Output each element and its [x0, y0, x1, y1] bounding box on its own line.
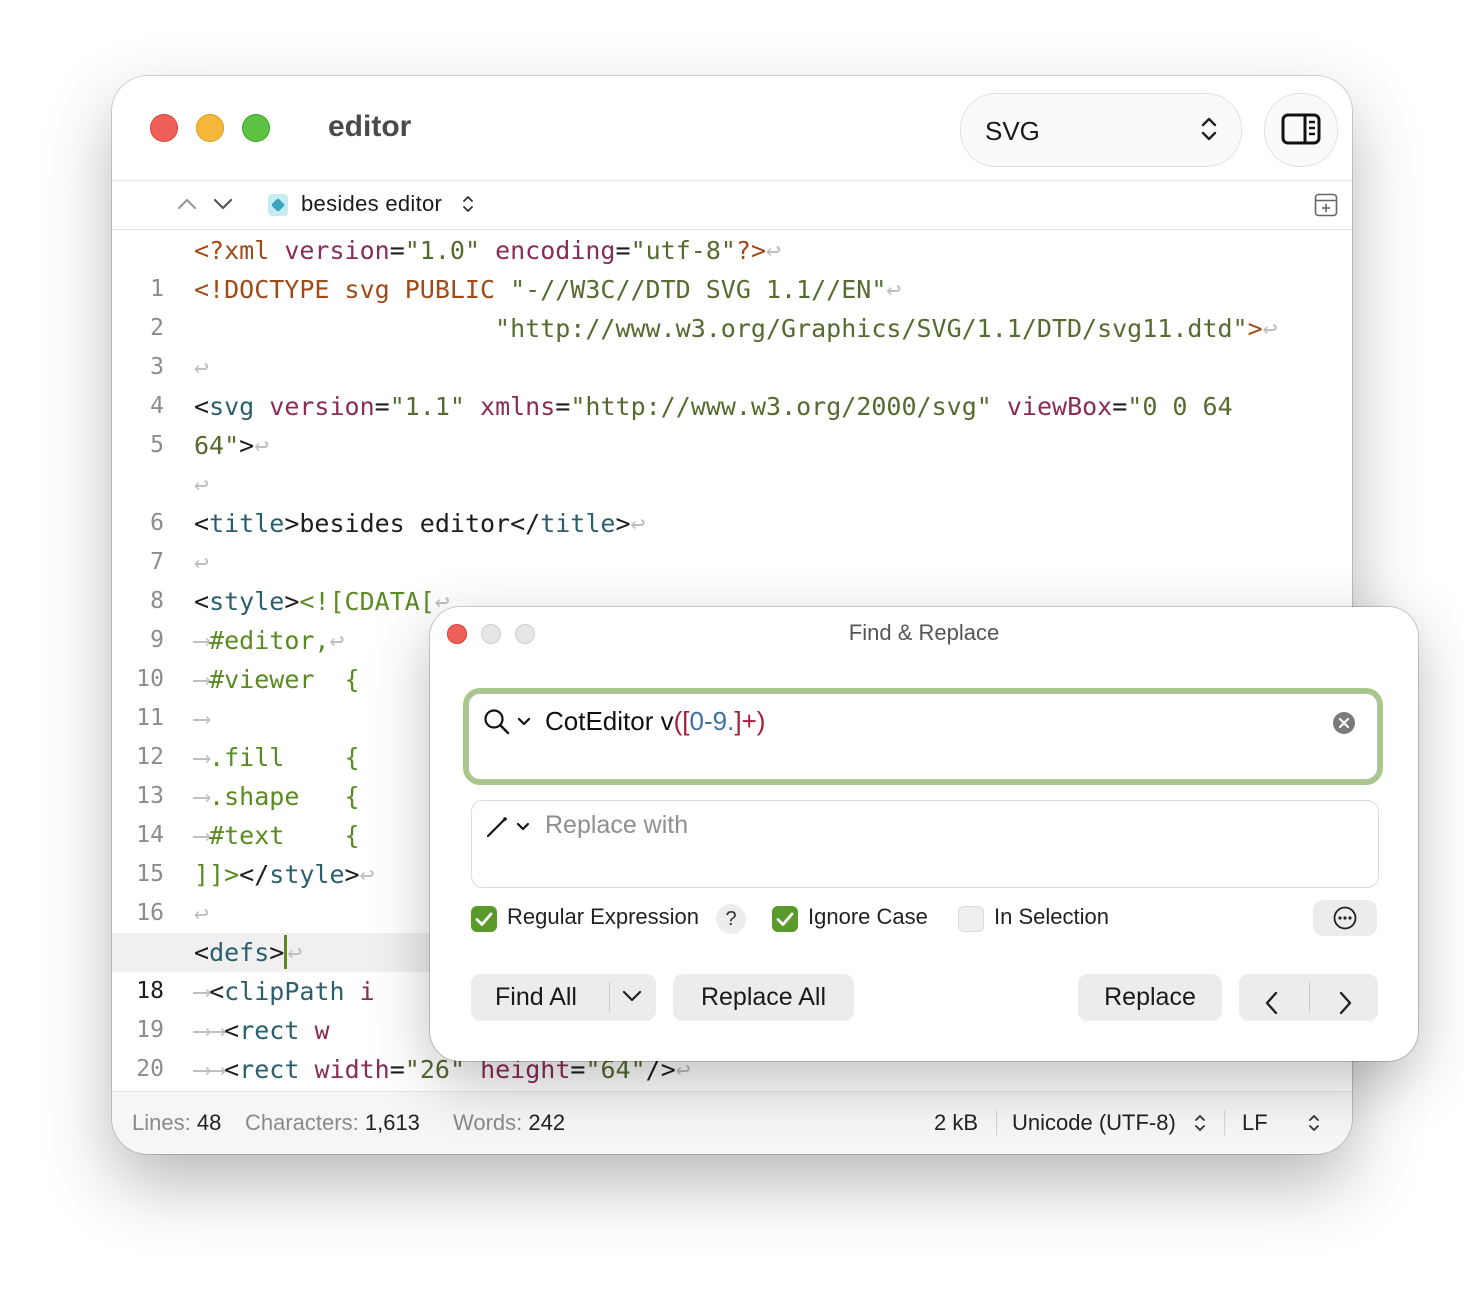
newline-icon: ↩: [254, 431, 270, 460]
newline-icon: ↩: [886, 275, 902, 304]
tab-icon: ⟶: [194, 782, 210, 811]
find-next-icon[interactable]: [1334, 985, 1356, 1032]
find-navigation: [1239, 974, 1378, 1021]
syntax-popup[interactable]: SVG: [960, 93, 1242, 167]
sidebar-icon: [1281, 113, 1321, 145]
code-line: 6 ↩: [112, 465, 1352, 536]
tab-icon: ⟶: [194, 626, 210, 655]
search-options[interactable]: [483, 708, 541, 741]
code-line: 7 <title>besides editor</title>↩: [112, 504, 1352, 575]
help-button[interactable]: ?: [716, 904, 746, 934]
code-line: 5 <svg version="1.1" xmlns="http://www.w…: [112, 387, 1352, 458]
code-line: 1 <?xml version="1.0" encoding="utf-8"?>…: [112, 231, 1352, 302]
find-query[interactable]: CotEditor v([0-9.]+): [545, 706, 765, 737]
regex-checkbox[interactable]: [471, 906, 497, 932]
ignore-case-label[interactable]: Ignore Case: [808, 904, 928, 930]
tab-icon: ⟶: [194, 1016, 210, 1045]
newline-icon: ↩: [359, 860, 375, 889]
document-name[interactable]: besides editor: [301, 191, 442, 217]
chevron-up-icon[interactable]: [176, 193, 198, 220]
panel-title: Find & Replace: [848, 620, 1000, 645]
tab-icon: ⟶: [209, 1016, 225, 1045]
updown-chevron-icon: [1194, 1113, 1206, 1139]
tab-icon: ⟶: [194, 977, 210, 1006]
character-count: Characters: 1,613: [245, 1110, 420, 1135]
updown-chevron-icon: [1308, 1113, 1320, 1139]
updown-chevron-icon: [1201, 116, 1217, 147]
code-line: 4 ↩: [112, 348, 1352, 419]
newline-icon: ↩: [194, 899, 210, 928]
newline-icon: ↩: [1262, 314, 1278, 343]
line-ending-popup[interactable]: LF: [1242, 1110, 1268, 1136]
find-previous-icon[interactable]: [1261, 985, 1283, 1032]
zoom-button[interactable]: [242, 114, 270, 142]
newline-icon: ↩: [287, 938, 303, 967]
clear-icon[interactable]: [1333, 712, 1355, 734]
status-bar: Lines: 48 Characters: 1,613 Words: 242 2…: [112, 1091, 1352, 1154]
replace-options[interactable]: [484, 813, 542, 846]
line-count: Lines: 48: [132, 1110, 222, 1135]
inspector-toggle-button[interactable]: [1264, 93, 1338, 167]
code-line: 2 <!DOCTYPE svg PUBLIC "-//W3C//DTD SVG …: [112, 270, 1352, 341]
pencil-icon: [486, 817, 530, 838]
tab-icon: ⟶: [194, 821, 210, 850]
code-line: 3 "http://www.w3.org/Graphics/SVG/1.1/DT…: [112, 309, 1352, 380]
encoding-popup[interactable]: Unicode (UTF-8): [1012, 1110, 1176, 1136]
ellipsis-icon[interactable]: [1313, 900, 1377, 936]
newline-icon: ↩: [194, 470, 210, 499]
document-icon: [268, 194, 288, 216]
titlebar: editor SVG: [112, 76, 1352, 181]
newline-icon: ↩: [329, 626, 345, 655]
close-button[interactable]: [150, 114, 178, 142]
tab-icon: ⟶: [194, 704, 210, 733]
tab-icon: ⟶: [194, 1055, 210, 1084]
syntax-label: SVG: [985, 116, 1040, 146]
code-line-wrapped: 64">↩: [194, 431, 270, 460]
navigation-bar: besides editor: [112, 181, 1352, 230]
tab-icon: ⟶: [194, 665, 210, 694]
file-size: 2 kB: [934, 1110, 979, 1135]
line-number: 21: [112, 1089, 164, 1090]
in-selection-label[interactable]: In Selection: [994, 904, 1109, 930]
code-line: 8 ↩: [112, 543, 1352, 614]
replace-button[interactable]: Replace: [1078, 974, 1222, 1021]
minimize-button[interactable]: [196, 114, 224, 142]
divider: [1224, 1110, 1225, 1136]
tab-icon: ⟶: [194, 743, 210, 772]
newline-icon: ↩: [766, 236, 782, 265]
replace-field[interactable]: Replace with: [471, 800, 1379, 888]
tab-icon: ⟶: [209, 1055, 225, 1084]
in-selection-checkbox[interactable]: [958, 906, 984, 932]
newline-icon: ↩: [630, 509, 646, 538]
newline-icon: ↩: [194, 548, 210, 577]
replace-placeholder: Replace with: [545, 811, 689, 839]
word-count: Words: 242: [453, 1110, 566, 1135]
find-all-button[interactable]: Find All: [471, 974, 656, 1021]
divider: [996, 1110, 997, 1136]
find-field[interactable]: CotEditor v([0-9.]+): [468, 693, 1378, 780]
replace-all-button[interactable]: Replace All: [673, 974, 854, 1021]
search-icon: [484, 709, 531, 735]
newline-icon: ↩: [194, 353, 210, 382]
find-replace-panel: Find & Replace CotEditor v([0-9.]+) Repl…: [430, 607, 1418, 1061]
split-editor-icon[interactable]: [1314, 193, 1338, 222]
chevron-down-icon[interactable]: [212, 193, 234, 220]
regex-label[interactable]: Regular Expression: [507, 904, 699, 930]
updown-chevron-icon[interactable]: [462, 194, 474, 219]
window-title: editor: [328, 110, 412, 143]
chevron-down-icon[interactable]: [621, 975, 643, 1022]
ignore-case-checkbox[interactable]: [772, 906, 798, 932]
